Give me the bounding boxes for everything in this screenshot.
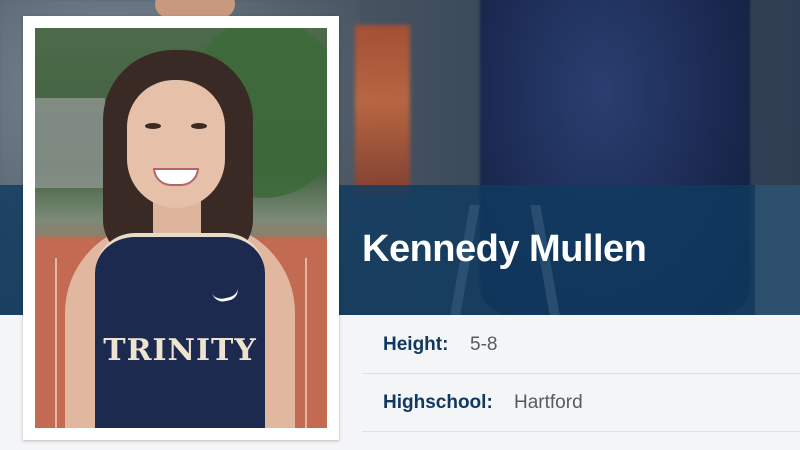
detail-label: Height: xyxy=(383,334,449,355)
hero-background-stripe xyxy=(355,25,410,195)
photo-eye xyxy=(191,123,207,129)
photo-track-lane xyxy=(305,258,307,428)
player-name: Kennedy Mullen xyxy=(362,228,647,270)
player-details: Height: 5-8 Highschool: Hartford xyxy=(362,315,800,450)
detail-value: Hartford xyxy=(514,392,583,413)
detail-label: Highschool: xyxy=(383,392,493,413)
photo-singlet xyxy=(95,233,265,428)
name-band-edge xyxy=(755,185,800,315)
headshot-card: TRINITY xyxy=(23,16,339,440)
detail-row-height: Height: 5-8 xyxy=(362,315,800,374)
photo-track-lane xyxy=(55,258,57,428)
photo-eye xyxy=(145,123,161,129)
jersey-lettering: TRINITY xyxy=(103,333,257,368)
photo-building xyxy=(35,98,105,188)
detail-value: 5-8 xyxy=(470,334,498,355)
photo-face xyxy=(127,80,225,208)
detail-row-highschool: Highschool: Hartford xyxy=(362,373,800,432)
player-headshot: TRINITY xyxy=(35,28,327,428)
